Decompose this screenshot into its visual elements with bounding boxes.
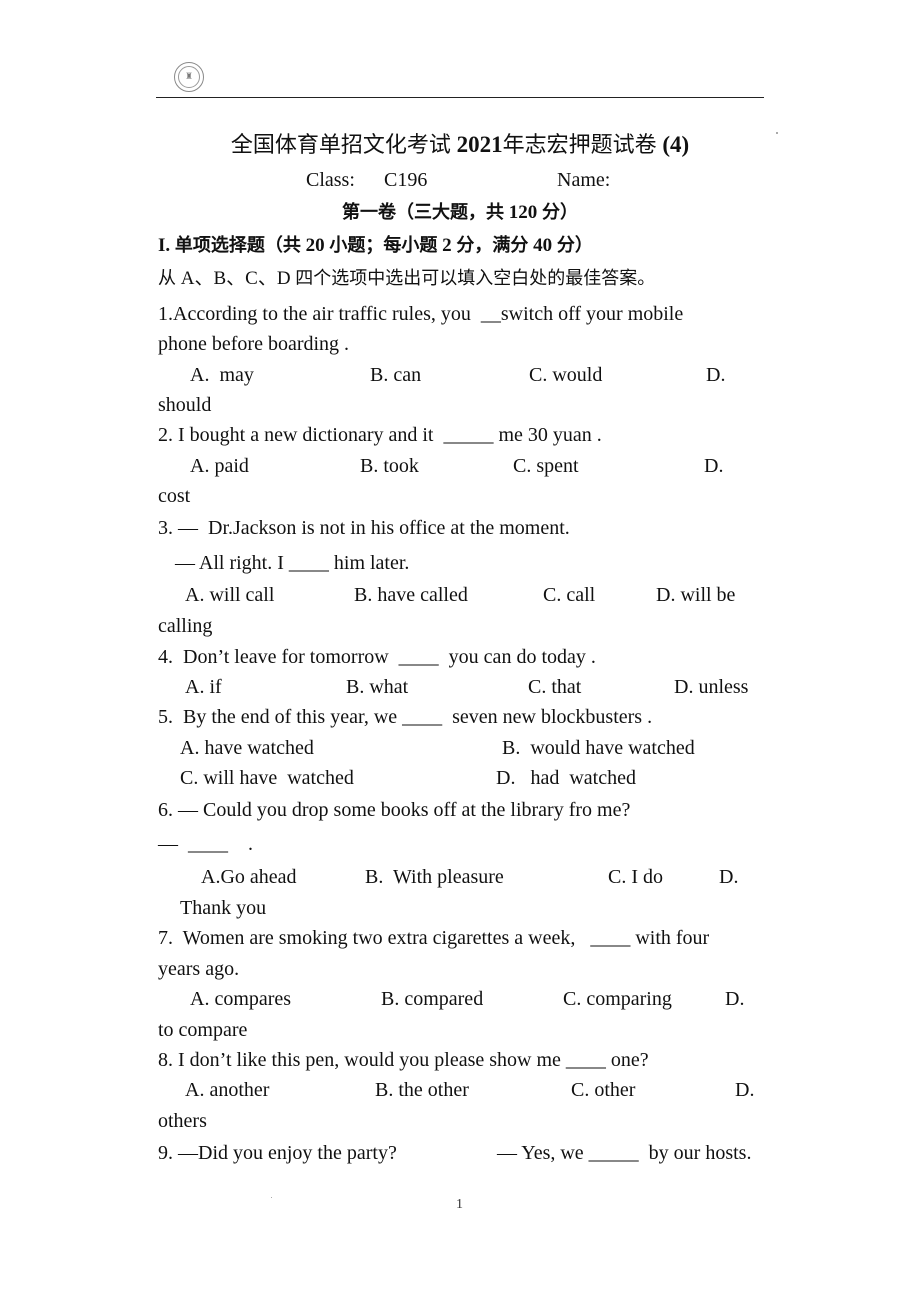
stray-mark	[271, 1197, 272, 1198]
option-c[interactable]: C. would	[529, 363, 602, 387]
section-per: 2	[442, 235, 452, 256]
question-text: — All right. I ____ him later.	[175, 552, 410, 574]
section-cjk-2: 小题；每小题	[329, 235, 438, 256]
question-text: 7. Women are smoking two extra cigarette…	[158, 927, 710, 949]
question-text: 8. I don’t like this pen, would you plea…	[158, 1049, 649, 1071]
option-a[interactable]: A. paid	[190, 454, 249, 478]
school-emblem-icon: ♜	[174, 62, 204, 92]
class-value: C196	[384, 169, 428, 191]
option-c[interactable]: C. call	[543, 583, 595, 607]
name-label: Name:	[557, 169, 611, 191]
question-text: phone before boarding .	[158, 333, 350, 355]
option-b[interactable]: B. would have watched	[502, 736, 695, 760]
page-number: 1	[456, 1197, 463, 1212]
option-b[interactable]: B. what	[346, 675, 408, 699]
question-text: 6. — Could you drop some books off at th…	[158, 799, 631, 821]
option-d[interactable]: D.	[725, 987, 744, 1011]
option-b[interactable]: B. compared	[381, 987, 483, 1011]
option-c[interactable]: C. I do	[608, 865, 663, 889]
volume-cjk-2: 分）	[542, 202, 578, 223]
volume-heading: 第一卷（三大题，共 120 分）	[0, 200, 920, 226]
option-d[interactable]: D.	[706, 363, 725, 387]
option-b[interactable]: B. can	[370, 363, 421, 387]
volume-score: 120	[508, 202, 538, 223]
exam-page: ♜ 全国体育单招文化考试 2021年志宏押题试卷 (4) Class: C196…	[0, 0, 920, 1300]
question-text: — Yes, we _____ by our hosts.	[497, 1142, 752, 1164]
option-c[interactable]: C. other	[571, 1078, 635, 1102]
option-d[interactable]: D. will be	[656, 583, 735, 607]
option-d-text[interactable]: cost	[158, 484, 190, 508]
section-heading: I. 单项选择题（共 20 小题；每小题 2 分，满分 40 分）	[158, 233, 593, 259]
option-a[interactable]: A. will call	[185, 583, 274, 607]
volume-cjk-1: 第一卷（三大题，共	[342, 202, 504, 223]
section-cjk-4: 分）	[556, 235, 593, 256]
option-c[interactable]: C. comparing	[563, 987, 672, 1011]
option-d[interactable]: D. unless	[674, 675, 748, 699]
header-divider	[156, 97, 764, 98]
option-a[interactable]: A.Go ahead	[201, 865, 297, 889]
emblem-inner-ring: ♜	[178, 66, 200, 88]
option-b[interactable]: B. With pleasure	[365, 865, 504, 889]
option-d-text[interactable]: should	[158, 393, 211, 417]
section-cjk-1: 单项选择题（共	[174, 235, 301, 256]
option-c[interactable]: C. spent	[513, 454, 579, 478]
option-b[interactable]: B. have called	[354, 583, 468, 607]
instruction-prefix: 从	[158, 268, 176, 289]
option-a[interactable]: A. compares	[190, 987, 291, 1011]
instruction-letters: A、B、C、D	[180, 268, 291, 289]
instruction-suffix: 四个选项中选出可以填入空白处的最佳答案。	[295, 268, 656, 289]
question-text: 4. Don’t leave for tomorrow ____ you can…	[158, 646, 596, 668]
option-c[interactable]: C. that	[528, 675, 581, 699]
option-b[interactable]: B. took	[360, 454, 419, 478]
option-d-text[interactable]: calling	[158, 614, 212, 638]
option-a[interactable]: A. may	[190, 363, 254, 387]
option-a[interactable]: A. another	[185, 1078, 269, 1102]
option-b[interactable]: B. the other	[375, 1078, 469, 1102]
title-cjk-1: 全国体育单招文化考试	[230, 133, 451, 158]
question-text: 2. I bought a new dictionary and it ____…	[158, 424, 602, 446]
option-d-text[interactable]: to compare	[158, 1018, 247, 1042]
question-text: 3. — Dr.Jackson is not in his office at …	[158, 517, 570, 539]
section-cjk-3: 分，满分	[456, 235, 529, 256]
option-d[interactable]: D. had watched	[496, 766, 636, 790]
instruction: 从 A、B、C、D 四个选项中选出可以填入空白处的最佳答案。	[158, 266, 655, 292]
section-total: 40	[533, 235, 553, 256]
option-a[interactable]: A. if	[185, 675, 222, 699]
title-suffix: (4)	[662, 132, 690, 157]
option-d-text[interactable]: Thank you	[180, 896, 266, 920]
exam-title: 全国体育单招文化考试 2021年志宏押题试卷 (4)	[0, 130, 920, 161]
option-d[interactable]: D.	[735, 1078, 754, 1102]
question-text: 1.According to the air traffic rules, yo…	[158, 303, 684, 325]
question-text: 9. —Did you enjoy the party?	[158, 1142, 397, 1164]
question-text: 5. By the end of this year, we ____ seve…	[158, 706, 653, 728]
option-d[interactable]: D.	[704, 454, 723, 478]
question-text: — ____ .	[158, 833, 253, 855]
title-year: 2021	[456, 132, 503, 157]
option-d[interactable]: D.	[719, 865, 738, 889]
title-cjk-2: 年志宏押题试卷	[502, 133, 657, 158]
section-count: 20	[305, 235, 325, 256]
question-text: years ago.	[158, 958, 240, 980]
section-number: I.	[158, 235, 171, 256]
option-d-text[interactable]: others	[158, 1109, 207, 1133]
class-label: Class:	[306, 169, 355, 191]
option-a[interactable]: A. have watched	[180, 736, 314, 760]
option-c[interactable]: C. will have watched	[180, 766, 354, 790]
